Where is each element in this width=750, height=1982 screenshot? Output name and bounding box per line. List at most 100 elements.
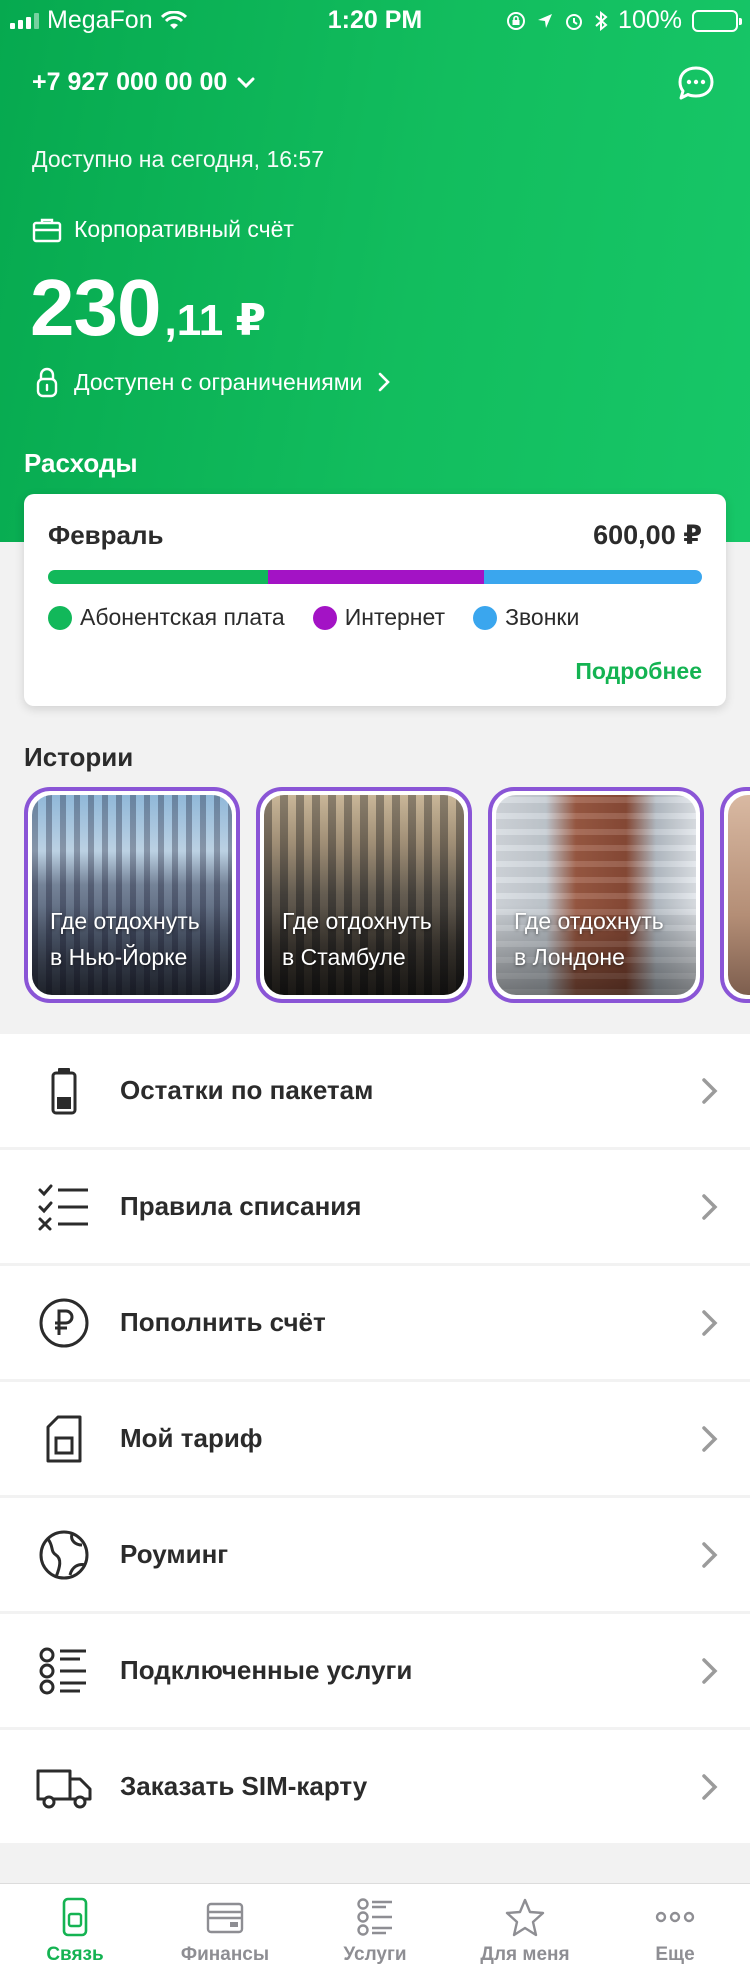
chat-icon[interactable] — [676, 64, 716, 104]
account-type-label: Корпоративный счёт — [74, 216, 294, 242]
menu-item-connected-services[interactable]: Подключенные услуги — [0, 1614, 750, 1727]
menu-item-label: Остатки по пакетам — [120, 1075, 374, 1105]
chevron-right-icon — [702, 1425, 718, 1452]
services-menu: Остатки по пакетам Правила списания Попо… — [0, 1034, 750, 1846]
expenses-segment-internet — [267, 570, 484, 584]
story-card-partial[interactable] — [720, 787, 750, 1003]
menu-item-label: Мой тариф — [120, 1423, 263, 1453]
story-card[interactable]: Где отдохнуть в Нью-Йорке — [24, 787, 240, 1003]
tab-services[interactable]: Услуги — [300, 1884, 450, 1982]
sim-card-icon — [46, 1415, 82, 1462]
story-title-line2: в Стамбуле — [282, 944, 406, 970]
rules-list-icon — [38, 1184, 88, 1230]
status-indicators: 100% — [506, 6, 742, 35]
wallet-icon — [206, 1902, 244, 1934]
menu-item-my-tariff[interactable]: Мой тариф — [0, 1382, 750, 1495]
balance-integer: 230 — [30, 263, 161, 352]
restriction-label: Доступен с ограничениями — [74, 368, 363, 395]
legend-label: Интернет — [344, 604, 446, 630]
battery-percent: 100% — [618, 6, 682, 34]
lock-icon — [36, 367, 58, 398]
account-header: MegaFon 1:20 PM 100% +7 927 000 00 00 До… — [0, 0, 750, 542]
expenses-title: Расходы — [24, 448, 138, 478]
menu-item-roaming[interactable]: Роуминг — [0, 1498, 750, 1611]
tab-label: Еще — [655, 1944, 695, 1965]
legend-item: Интернет — [312, 604, 446, 631]
battery-status-icon — [692, 9, 742, 32]
stories-title: Истории — [24, 742, 134, 772]
story-title-line2: в Нью-Йорке — [50, 944, 188, 970]
services-list-icon — [39, 1647, 86, 1694]
legend-dot — [473, 605, 498, 630]
bluetooth-icon — [595, 10, 608, 31]
phone-number: +7 927 000 00 00 — [32, 68, 228, 96]
restriction-link[interactable]: Доступен с ограничениями — [36, 366, 391, 398]
menu-item-order-sim[interactable]: Заказать SIM-карту — [0, 1730, 750, 1843]
story-image-partial — [728, 795, 750, 995]
available-today-label: Доступно на сегодня, 16:57 — [32, 146, 325, 172]
chevron-right-icon — [702, 1193, 718, 1220]
story-title-line1: Где отдохнуть — [514, 908, 664, 934]
chevron-right-icon — [702, 1077, 718, 1104]
battery-icon — [51, 1067, 77, 1114]
legend-label: Абонентская плата — [80, 604, 285, 630]
story-card[interactable]: Где отдохнуть в Лондоне — [488, 787, 704, 1003]
expenses-details-link[interactable]: Подробнее — [575, 658, 702, 685]
ruble-icon — [39, 1298, 89, 1347]
story-title-line2: в Лондоне — [514, 944, 625, 970]
chevron-right-icon — [702, 1657, 718, 1684]
tab-label: Для меня — [480, 1944, 570, 1965]
expenses-total: 600,00 ₽ — [593, 520, 702, 550]
tab-label: Связь — [46, 1944, 104, 1965]
story-image-london: Где отдохнуть в Лондоне — [496, 795, 696, 995]
legend-item: Абонентская плата — [48, 604, 285, 631]
legend-label: Звонки — [505, 604, 580, 630]
expenses-month: Февраль — [48, 520, 164, 550]
legend-dot — [312, 605, 337, 630]
phone-icon — [62, 1897, 88, 1937]
expenses-card[interactable]: Февраль 600,00 ₽ Абонентская плата Интер… — [24, 494, 726, 706]
expenses-bar — [48, 570, 702, 584]
menu-item-label: Подключенные услуги — [120, 1655, 413, 1685]
status-bar: MegaFon 1:20 PM 100% — [0, 0, 750, 40]
story-title-line1: Где отдохнуть — [282, 908, 432, 934]
more-icon — [655, 1911, 695, 1923]
location-icon — [538, 13, 553, 28]
menu-item-package-balance[interactable]: Остатки по пакетам — [0, 1034, 750, 1147]
phone-selector[interactable]: +7 927 000 00 00 — [32, 68, 255, 97]
bottom-tab-bar: Связь Финансы Услуги Для меня Еще — [0, 1883, 750, 1982]
account-type: Корпоративный счёт — [32, 216, 294, 243]
rotation-lock-icon — [507, 11, 526, 30]
menu-item-label: Заказать SIM-карту — [120, 1771, 368, 1801]
menu-item-label: Роуминг — [120, 1539, 229, 1569]
alarm-icon — [566, 13, 583, 30]
stories-carousel[interactable]: Где отдохнуть в Нью-Йорке Где отдохнуть … — [24, 787, 750, 1003]
tab-for-me[interactable]: Для меня — [450, 1884, 600, 1982]
balance: 230 ,11 ₽ — [30, 262, 266, 354]
globe-icon — [39, 1530, 89, 1579]
story-image-istanbul: Где отдохнуть в Стамбуле — [264, 795, 464, 995]
chevron-right-icon — [702, 1309, 718, 1336]
story-card[interactable]: Где отдохнуть в Стамбуле — [256, 787, 472, 1003]
menu-item-charging-rules[interactable]: Правила списания — [0, 1150, 750, 1263]
chevron-right-icon — [702, 1541, 718, 1568]
balance-fraction: ,11 ₽ — [164, 296, 267, 345]
chevron-right-icon — [702, 1773, 718, 1800]
tab-more[interactable]: Еще — [600, 1884, 750, 1982]
story-image-new-york: Где отдохнуть в Нью-Йорке — [32, 795, 232, 995]
tab-label: Финансы — [180, 1944, 270, 1965]
expenses-segment-calls — [483, 570, 702, 584]
menu-item-top-up[interactable]: Пополнить счёт — [0, 1266, 750, 1379]
legend-dot — [48, 605, 72, 630]
tab-label: Услуги — [343, 1944, 407, 1965]
delivery-truck-icon — [36, 1769, 92, 1808]
tab-finance[interactable]: Финансы — [150, 1884, 300, 1982]
services-icon — [357, 1898, 392, 1936]
tab-connection[interactable]: Связь — [0, 1884, 150, 1982]
chevron-down-icon — [237, 77, 255, 88]
expenses-segment-subscription — [48, 570, 268, 584]
menu-item-label: Пополнить счёт — [120, 1307, 326, 1337]
story-title-line1: Где отдохнуть — [50, 908, 200, 934]
legend-item: Звонки — [473, 604, 579, 631]
star-icon — [505, 1898, 545, 1937]
